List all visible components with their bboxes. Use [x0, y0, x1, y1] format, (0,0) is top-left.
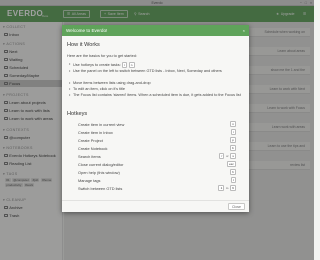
tip-item: Use the panel on the left to switch betw…	[69, 69, 243, 74]
intro-text: Here are the basics for you to get start…	[67, 54, 137, 58]
how-it-works-heading: How it Works	[67, 42, 100, 48]
key-badge: /	[219, 153, 225, 160]
key-badge: h	[229, 169, 236, 176]
hotkeys-heading: Hotkeys	[67, 111, 88, 117]
key-badge: n	[128, 62, 135, 69]
close-button[interactable]: Close	[228, 203, 245, 210]
tip-item: Move items between lists using drag-and-…	[69, 81, 243, 86]
key-separator: or	[225, 154, 229, 159]
dialog-header: Welcome to Everdo! ×	[62, 25, 249, 36]
tip-item: To edit an item, click on it's title	[69, 87, 243, 92]
close-icon[interactable]: ×	[243, 28, 245, 33]
key-badge: 9	[229, 185, 236, 192]
key-badge: n	[229, 121, 236, 128]
key-badge: b	[229, 145, 236, 152]
key-badge: 1	[218, 185, 225, 192]
key-separator: to	[225, 186, 229, 191]
key-badge: s	[230, 153, 236, 160]
tip-item: Use hotkeys to create tasks:in	[69, 62, 243, 69]
key-badge: esc	[226, 161, 236, 168]
key-badge: t	[230, 177, 236, 184]
key-badge: i	[122, 62, 128, 69]
key-badge: p	[229, 137, 236, 144]
key-badge: i	[230, 129, 236, 136]
welcome-dialog: Welcome to Everdo! × How it Works Here a…	[62, 25, 249, 212]
tip-item: The Focus list contains 'starred' items.…	[69, 93, 243, 98]
dialog-footer-divider	[62, 200, 249, 201]
dialog-title: Welcome to Everdo!	[66, 28, 108, 33]
